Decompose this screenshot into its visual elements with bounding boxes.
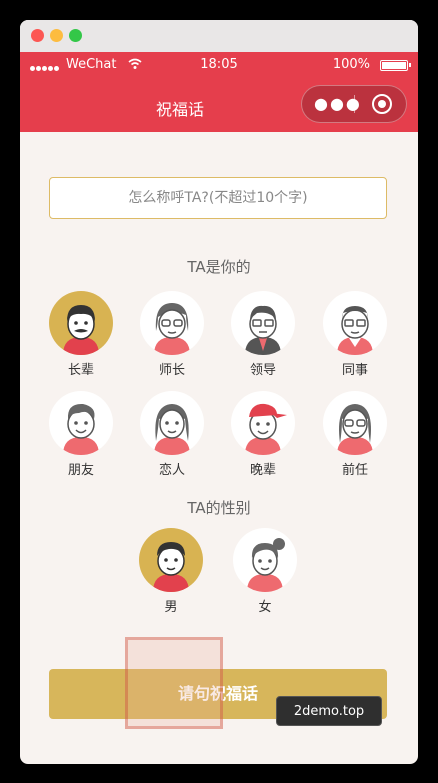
elder-avatar-icon (49, 291, 113, 355)
leader-avatar-icon (231, 291, 295, 355)
nav-bar: 祝福话 ●●● (20, 78, 418, 132)
gender-section-title: TA的性别 (187, 499, 251, 517)
friend-avatar-icon (49, 391, 113, 455)
miniprogram-capsule: ●●● (301, 85, 407, 123)
junior-avatar-icon (231, 391, 295, 455)
female-avatar-icon (233, 528, 297, 592)
teacher-avatar-icon (140, 291, 204, 355)
close-circle-icon[interactable] (372, 94, 392, 114)
male-avatar-icon (139, 528, 203, 592)
app-window: WeChat 18:05 100% 祝福话 ●●● TA是你的 (20, 20, 418, 764)
window-minimize-button[interactable] (50, 29, 63, 42)
relation-option-junior[interactable]: 晚辈 (228, 391, 298, 478)
battery-percent: 100% (332, 57, 370, 72)
ex-avatar-icon (323, 391, 387, 455)
relation-label: 领导 (249, 363, 276, 378)
watermark-tag: 2demo.top (276, 696, 382, 726)
gender-label: 女 (258, 600, 272, 615)
window-titlebar (20, 20, 418, 52)
relation-label: 师长 (158, 363, 185, 378)
window-close-button[interactable] (31, 29, 44, 42)
colleague-avatar-icon (323, 291, 387, 355)
recipient-name-input[interactable] (49, 177, 387, 219)
battery-icon (380, 60, 411, 71)
relation-option-ex[interactable]: 前任 (320, 391, 390, 478)
status-bar: WeChat 18:05 100% (20, 52, 418, 78)
relation-option-teacher[interactable]: 师长 (137, 291, 207, 378)
relation-label: 同事 (341, 363, 368, 378)
gender-option-female[interactable]: 女 (230, 528, 300, 615)
relation-section-title: TA是你的 (187, 258, 251, 276)
relation-option-leader[interactable]: 领导 (228, 291, 298, 378)
watermark-seal-image (125, 637, 223, 729)
relation-label: 晚辈 (249, 463, 276, 478)
relation-option-friend[interactable]: 朋友 (46, 391, 116, 478)
relation-label: 长辈 (67, 363, 94, 378)
gender-option-male[interactable]: 男 (136, 528, 206, 615)
capsule-divider (354, 95, 355, 113)
lover-avatar-icon (140, 391, 204, 455)
page-title: 祝福话 (155, 100, 204, 119)
relation-option-lover[interactable]: 恋人 (137, 391, 207, 478)
relation-option-colleague[interactable]: 同事 (320, 291, 390, 378)
window-zoom-button[interactable] (69, 29, 82, 42)
gender-label: 男 (164, 600, 178, 615)
relation-option-elder[interactable]: 长辈 (46, 291, 116, 378)
relation-label: 朋友 (67, 463, 94, 478)
relation-label: 前任 (341, 463, 368, 478)
relation-label: 恋人 (158, 463, 185, 478)
